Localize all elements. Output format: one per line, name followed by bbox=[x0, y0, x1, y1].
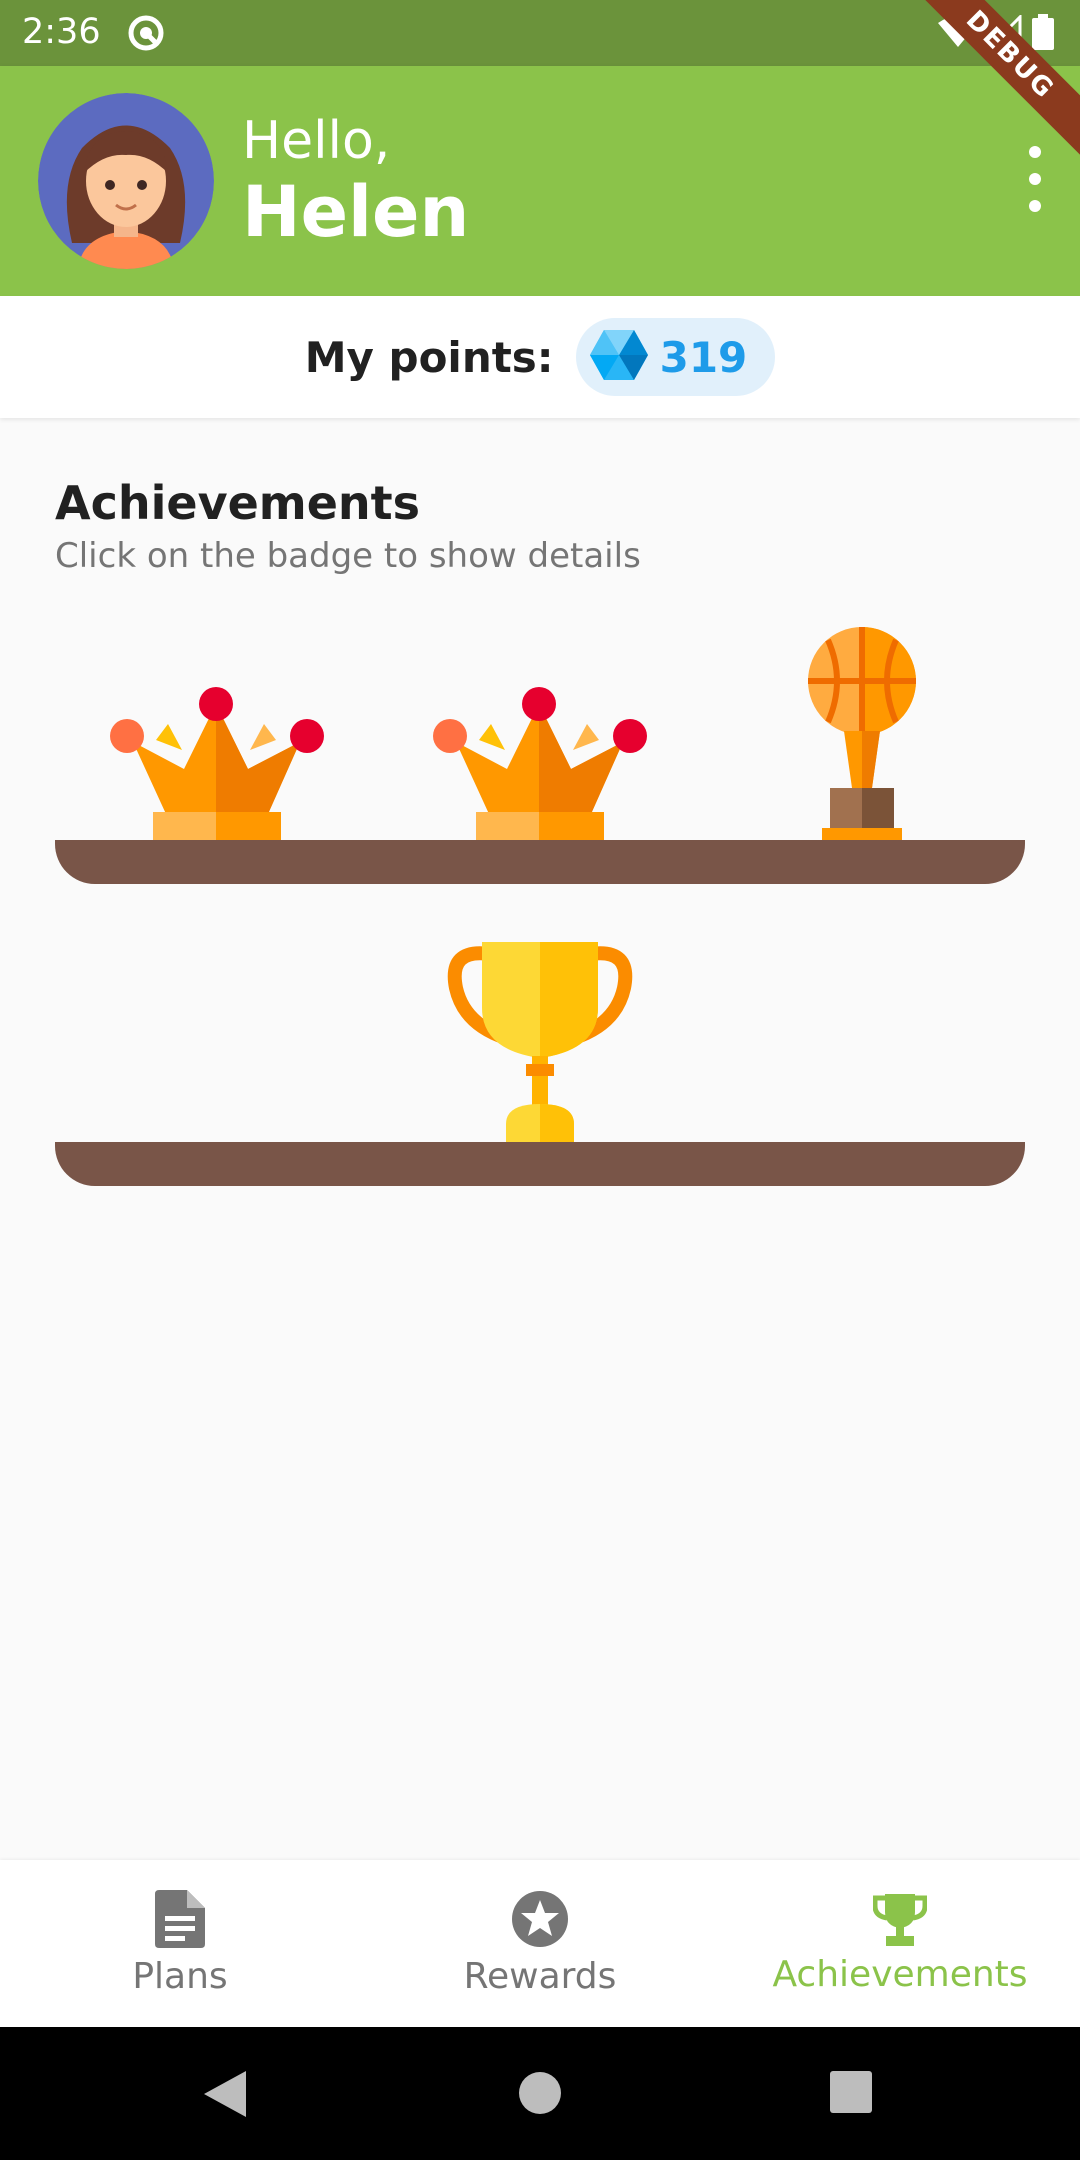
shelf bbox=[55, 840, 1025, 884]
more-vert-icon bbox=[1029, 146, 1041, 158]
gem-icon bbox=[589, 328, 648, 386]
greeting: Hello, Helen bbox=[242, 110, 469, 252]
battery-icon bbox=[1032, 14, 1054, 54]
star-icon bbox=[511, 1890, 569, 1952]
shelf bbox=[55, 1142, 1025, 1186]
home-icon[interactable] bbox=[518, 2071, 562, 2119]
system-navigation-bar bbox=[0, 2027, 1080, 2160]
status-bar: 2:36 DEBUG bbox=[0, 0, 1080, 176]
crown-icon[interactable] bbox=[431, 684, 649, 846]
greeting-text: Hello, bbox=[242, 111, 391, 171]
nav-item-plans[interactable]: Plans bbox=[0, 1860, 360, 2027]
nav-label-rewards: Rewards bbox=[463, 1956, 617, 1997]
basketball-trophy-icon[interactable] bbox=[806, 626, 918, 846]
points-value: 319 bbox=[659, 332, 748, 382]
user-name: Helen bbox=[242, 171, 470, 253]
achievements-subtitle: Click on the badge to show details bbox=[55, 536, 641, 576]
nav-label-achievements: Achievements bbox=[772, 1954, 1028, 1995]
app-header: Hello, Helen bbox=[0, 66, 1080, 296]
trophy-icon bbox=[872, 1892, 928, 1950]
nav-label-plans: Plans bbox=[132, 1956, 228, 1997]
nav-item-achievements[interactable]: Achievements bbox=[720, 1860, 1080, 2027]
crown-icon[interactable] bbox=[108, 684, 326, 846]
achievements-title: Achievements bbox=[55, 476, 421, 530]
points-chip: 319 bbox=[575, 318, 776, 396]
nav-item-rewards[interactable]: Rewards bbox=[360, 1860, 720, 2027]
points-label: My points: bbox=[304, 332, 554, 382]
avatar[interactable] bbox=[38, 93, 214, 269]
status-time: 2:36 bbox=[22, 12, 101, 52]
document-icon bbox=[155, 1890, 205, 1952]
more-options-button[interactable] bbox=[1020, 146, 1050, 212]
points-bar: My points: 319 bbox=[0, 296, 1080, 418]
bottom-navigation: Plans Rewards Achievements bbox=[0, 1860, 1080, 2027]
recents-icon[interactable] bbox=[830, 2071, 872, 2117]
gold-cup-icon[interactable] bbox=[446, 928, 634, 1146]
back-icon[interactable] bbox=[204, 2071, 246, 2121]
sync-icon bbox=[126, 13, 166, 57]
